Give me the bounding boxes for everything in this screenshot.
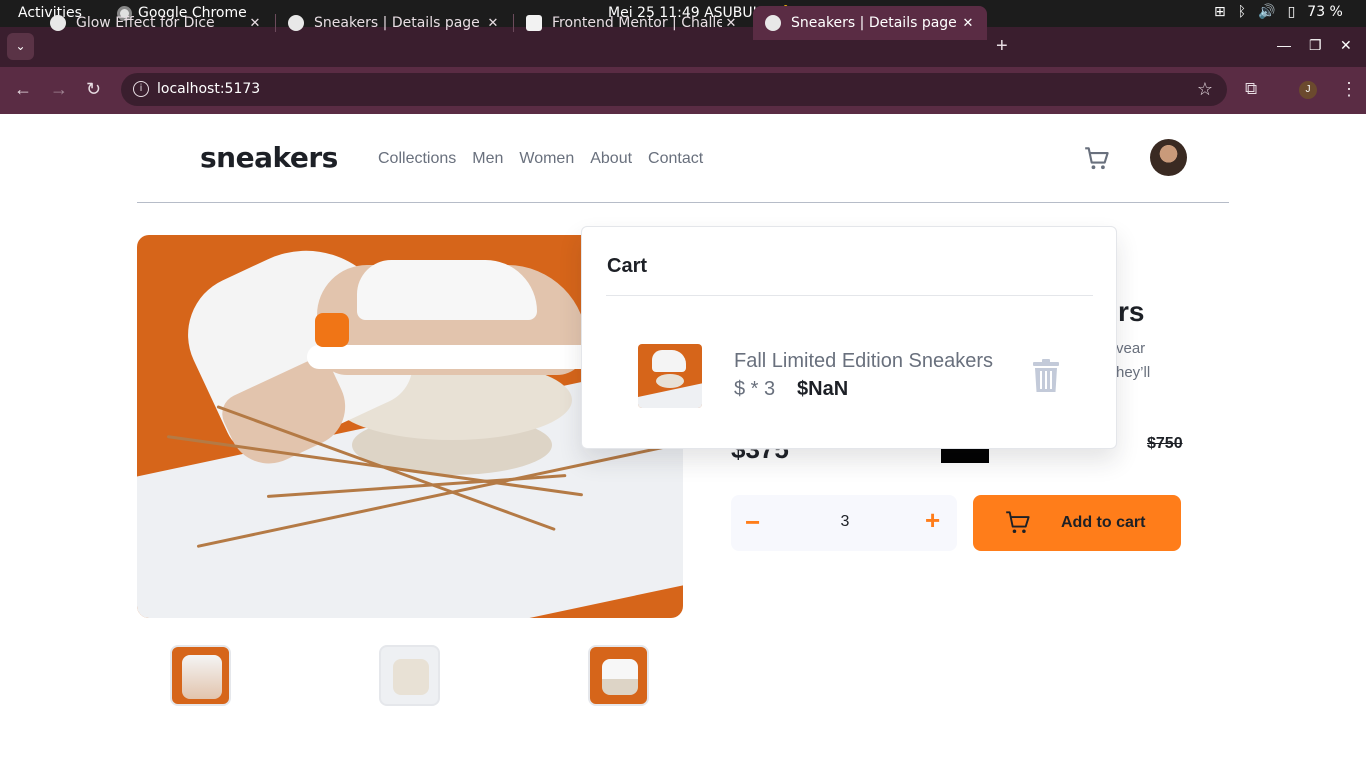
close-tab-icon[interactable]: ✕ [484,16,502,31]
cart-item-total: $NaN [797,378,849,400]
main-nav: Collections Men Women About Contact [378,150,703,168]
close-tab-icon[interactable]: ✕ [959,16,977,31]
battery-percent: 73 % [1307,4,1343,20]
forward-arrow-icon[interactable]: → [50,79,68,100]
restore-window-icon[interactable]: ❐ [1309,37,1322,54]
thumbnail-image [602,659,638,695]
original-price: $750 [1147,435,1183,452]
nav-collections[interactable]: Collections [378,150,456,168]
cart-divider [606,295,1093,296]
close-tab-icon[interactable]: ✕ [246,16,264,31]
url-text: localhost:5173 [157,81,261,97]
tab-title: Sneakers | Details page [314,15,480,31]
increase-quantity-button[interactable]: + [925,505,940,536]
quantity-value: 3 [840,513,850,530]
profile-avatar[interactable]: J [1299,81,1317,99]
minimize-window-icon[interactable]: — [1277,37,1291,53]
tab-title: Sneakers | Details page [791,15,957,31]
site-favicon-icon [765,15,781,31]
thumbnail-image [393,659,429,695]
network-icon: ⊞ [1214,4,1226,20]
cart-popover: Cart Fall Limited Edition Sneakers $ * 3… [581,226,1117,449]
new-tab-button[interactable]: + [996,35,1008,58]
tab-title: Glow Effect for Dice [76,15,215,31]
extensions-puzzle-icon[interactable]: ⧉ [1245,79,1257,99]
system-tray[interactable]: ⊞ ᛒ 🔊 ▯ 73 % [1214,4,1343,20]
cart-item-quantity: $ * 3 [734,378,776,400]
site-info-icon[interactable]: i [133,81,149,97]
thumbnail-3[interactable] [588,645,649,706]
tab-title: Frontend Mentor | Challe [552,15,722,31]
product-description-fragment: hey’ll [1116,364,1151,381]
page-viewport: sneakers Collections Men Women About Con… [0,114,1366,768]
cart-item-thumbnail [638,344,702,408]
add-to-cart-button[interactable]: Add to cart [973,495,1181,551]
close-tab-icon[interactable]: ✕ [722,16,740,31]
image-shoe [357,260,537,320]
reload-icon[interactable]: ↻ [86,79,101,100]
battery-icon: ▯ [1287,4,1296,20]
frontend-mentor-favicon-icon [526,15,542,31]
nav-women[interactable]: Women [519,150,574,168]
discount-badge [941,448,989,463]
cart-icon[interactable] [1084,146,1110,172]
image-shoe-sole [307,345,597,369]
site-favicon-icon [288,15,304,31]
tab-search-button[interactable]: ⌄ [7,33,34,60]
header-divider [137,202,1229,203]
openai-favicon-icon [50,15,66,31]
thumbnail-2[interactable] [379,645,440,706]
cart-title: Cart [607,255,648,277]
product-title-fragment: rs [1118,296,1145,327]
thumbnail-image [182,655,222,699]
bookmark-star-icon[interactable]: ☆ [1197,79,1213,100]
tab-sneakers-active[interactable]: Sneakers | Details page ✕ [753,6,987,40]
address-bar[interactable]: i localhost:5173 ☆ [121,73,1227,106]
site-logo[interactable]: sneakers [200,141,338,174]
cart-icon [1006,511,1030,534]
nav-about[interactable]: About [590,150,632,168]
thumbnail-shoe [652,350,686,372]
image-shoe-heel [315,313,349,347]
tab-frontend-mentor[interactable]: Frontend Mentor | Challe ✕ [514,6,750,40]
thumbnail-stone [656,374,684,388]
nav-men[interactable]: Men [472,150,503,168]
product-description-fragment: vear [1116,340,1146,357]
browser-menu-icon[interactable]: ⋮ [1340,79,1358,100]
user-avatar[interactable] [1150,139,1187,176]
nav-contact[interactable]: Contact [648,150,703,168]
add-to-cart-label: Add to cart [1061,514,1146,531]
volume-icon: 🔊 [1258,4,1276,20]
tab-sneakers-1[interactable]: Sneakers | Details page ✕ [276,6,512,40]
bluetooth-icon: ᛒ [1237,4,1247,20]
quantity-stepper: − 3 + [731,495,957,551]
cart-item-name: Fall Limited Edition Sneakers [734,350,994,372]
tab-glow-effect[interactable]: Glow Effect for Dice ✕ [38,6,274,40]
back-arrow-icon[interactable]: ← [14,79,32,100]
delete-trash-icon[interactable] [1032,359,1060,393]
close-window-icon[interactable]: ✕ [1340,37,1352,54]
decrease-quantity-button[interactable]: − [745,507,760,538]
thumbnail-1[interactable] [170,645,231,706]
